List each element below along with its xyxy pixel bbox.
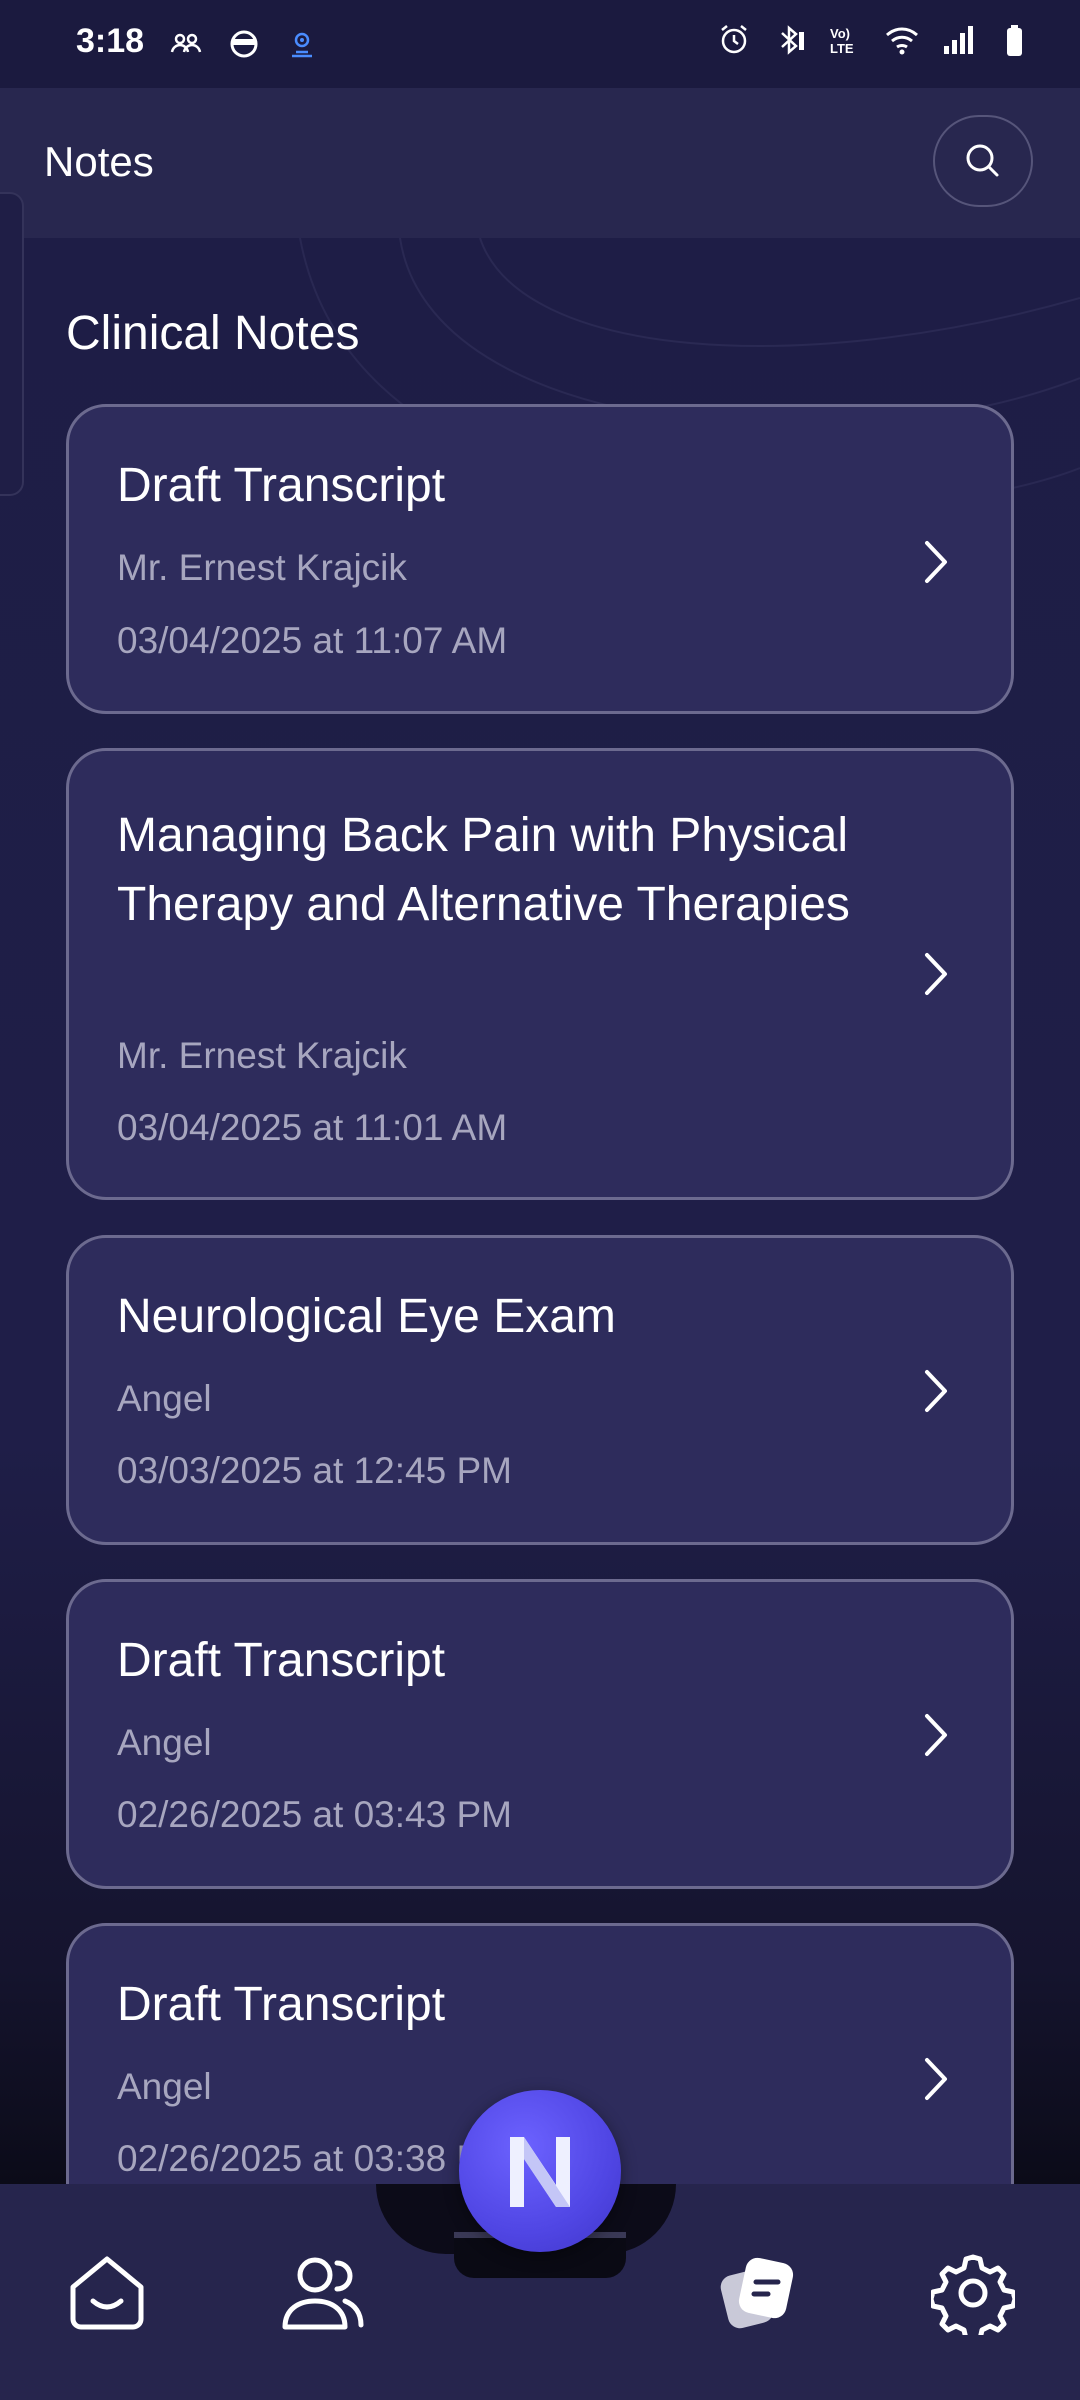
face-icon [230,30,258,58]
note-title: Neurological Eye Exam [117,1290,616,1343]
note-date: 03/04/2025 at 11:07 AM [117,620,508,661]
note-patient: Mr. Ernest Krajcik [117,1035,407,1076]
app-bar: Notes [0,88,1080,238]
note-card[interactable]: Draft Transcript Angel 02/26/2025 at 03:… [66,1579,1014,1889]
note-card[interactable]: Draft Transcript Mr. Ernest Krajcik 03/0… [66,404,1014,714]
search-icon [966,144,999,177]
page-title: Notes [44,138,154,185]
svg-text:Vo): Vo) [830,26,850,41]
note-patient: Angel [117,1378,212,1419]
note-title: Draft Transcript [117,459,446,512]
battery-icon [1007,25,1022,56]
volte-icon: Vo)LTE [830,26,854,56]
notes-icon [720,2257,794,2329]
record-fab-button[interactable] [459,2090,621,2252]
nav-settings[interactable] [928,2248,1018,2338]
note-patient: Angel [117,1722,212,1763]
chevron-right-icon [925,953,947,995]
chevron-right-icon [925,2058,947,2100]
wifi-icon [886,27,918,55]
brand-logo-icon [510,2137,570,2207]
svg-text:LTE: LTE [830,41,854,56]
chevron-right-icon [925,1370,947,1412]
bluetooth-icon [781,25,804,55]
patients-icon [282,2257,364,2330]
people-icon [170,33,202,53]
note-date: 03/03/2025 at 12:45 PM [117,1450,512,1491]
hotspot-icon [292,32,312,58]
settings-icon [931,2254,1015,2335]
note-date: 02/26/2025 at 03:38 PM [117,2138,512,2179]
note-title: Draft Transcript [117,1978,446,2031]
note-card[interactable]: Neurological Eye Exam Angel 03/03/2025 a… [66,1235,1014,1545]
section-title: Clinical Notes [66,307,360,360]
nav-notes[interactable] [712,2248,802,2338]
note-date: 02/26/2025 at 03:43 PM [117,1794,512,1835]
note-patient: Angel [117,2066,212,2107]
signal-icon [944,26,973,54]
note-title: Managing Back Pain with Physical Therapy… [117,809,850,931]
nav-patients[interactable] [278,2248,368,2338]
alarm-icon [721,25,747,54]
status-time: 3:18 [76,22,145,60]
note-title: Draft Transcript [117,1634,446,1687]
chevron-right-icon [925,541,947,583]
nav-home[interactable] [62,2248,152,2338]
note-card[interactable]: Managing Back Pain with Physical Therapy… [66,748,1014,1200]
status-bar: 3:18 Vo) LTE [0,0,1080,88]
note-patient: Mr. Ernest Krajcik [117,547,407,588]
home-icon [70,2256,144,2330]
chevron-right-icon [925,1714,947,1756]
note-date: 03/04/2025 at 11:01 AM [117,1107,508,1148]
search-button[interactable] [933,115,1033,207]
